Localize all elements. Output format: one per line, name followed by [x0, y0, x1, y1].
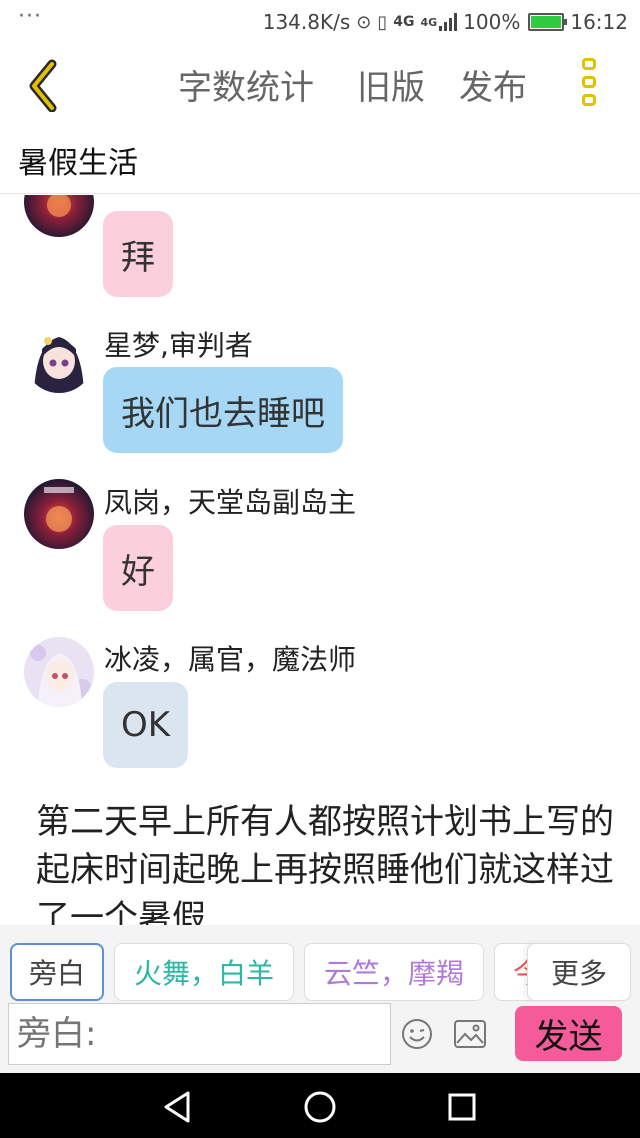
- old-version-button[interactable]: 旧版: [357, 60, 425, 109]
- nav-home-button[interactable]: [300, 1087, 340, 1127]
- menu-dot-icon: [582, 58, 596, 70]
- sender-name: 凤岗，天堂岛副岛主: [104, 486, 357, 519]
- notification-dots: ···: [18, 4, 42, 29]
- sender-name: 星梦,审判者: [104, 329, 253, 362]
- system-nav-bar: [0, 1073, 640, 1138]
- message-bubble[interactable]: 拜: [103, 211, 173, 297]
- status-right: 134.8K/s ⊙ ▯ 4G 4G 100% 16:12: [263, 8, 628, 36]
- network-speed: 134.8K/s: [262, 10, 351, 34]
- role-chip[interactable]: 火舞，白羊: [114, 943, 294, 1001]
- narration-text[interactable]: 第二天早上所有人都按照计划书上写的起床时间起晚上再按照睡他们就这样过了一个暑假: [36, 798, 616, 925]
- role-selector: 旁白 火舞，白羊 云竺，摩羯 今 更多: [0, 925, 640, 1003]
- message-input[interactable]: [8, 1003, 391, 1065]
- smiley-icon: [402, 1019, 432, 1049]
- more-menu-button[interactable]: [572, 52, 606, 112]
- battery-percent: 100%: [463, 10, 521, 34]
- story-title-bar: 暑假生活: [0, 126, 640, 194]
- role-chip-narrator[interactable]: 旁白: [10, 943, 104, 1001]
- hotspot-icon: ⊙: [356, 11, 372, 33]
- send-button[interactable]: 发送: [515, 1006, 622, 1061]
- emoji-button[interactable]: [400, 1017, 434, 1051]
- circle-home-icon: [304, 1091, 336, 1123]
- network-type-left: 4G: [393, 14, 415, 30]
- image-icon: [454, 1020, 486, 1048]
- role-chip[interactable]: 云竺，摩羯: [304, 943, 484, 1001]
- avatar[interactable]: [24, 479, 94, 549]
- menu-dot-icon: [582, 76, 596, 88]
- battery-icon: [528, 13, 568, 31]
- message-bubble[interactable]: OK: [103, 682, 189, 768]
- top-toolbar: 字数统计 旧版 发布: [0, 44, 640, 126]
- vibrate-icon: ▯: [377, 11, 388, 33]
- avatar[interactable]: [24, 637, 94, 707]
- status-bar: ··· 134.8K/s ⊙ ▯ 4G 4G 100% 16:12: [0, 0, 640, 44]
- avatar[interactable]: [24, 323, 94, 393]
- message-bubble[interactable]: 好: [103, 525, 173, 611]
- sender-name: 冰凌，属官，魔法师: [104, 643, 357, 676]
- publish-button[interactable]: 发布: [459, 60, 527, 109]
- chevron-left-icon: [29, 59, 57, 113]
- signal-icon: [439, 13, 458, 31]
- more-roles-button[interactable]: 更多: [527, 943, 631, 1001]
- clock: 16:12: [570, 10, 628, 34]
- square-recents-icon: [448, 1093, 476, 1121]
- nav-recents-button[interactable]: [442, 1087, 482, 1127]
- nav-back-button[interactable]: [158, 1087, 198, 1127]
- word-count-button[interactable]: 字数统计: [178, 60, 314, 109]
- avatar[interactable]: [24, 195, 94, 237]
- chat-list[interactable]: 拜 星梦,审判者 我们也去睡吧 凤岗，天堂岛副岛主 好 冰凌，属官，魔法师 OK…: [0, 195, 640, 925]
- menu-dot-icon: [582, 94, 596, 106]
- message-bubble[interactable]: 我们也去睡吧: [103, 367, 343, 453]
- image-button[interactable]: [452, 1017, 488, 1051]
- input-bar: 发送: [0, 1003, 640, 1073]
- triangle-back-icon: [164, 1091, 190, 1123]
- back-button[interactable]: [18, 52, 70, 113]
- story-title: 暑假生活: [18, 146, 138, 181]
- network-type-right: 4G: [420, 15, 438, 29]
